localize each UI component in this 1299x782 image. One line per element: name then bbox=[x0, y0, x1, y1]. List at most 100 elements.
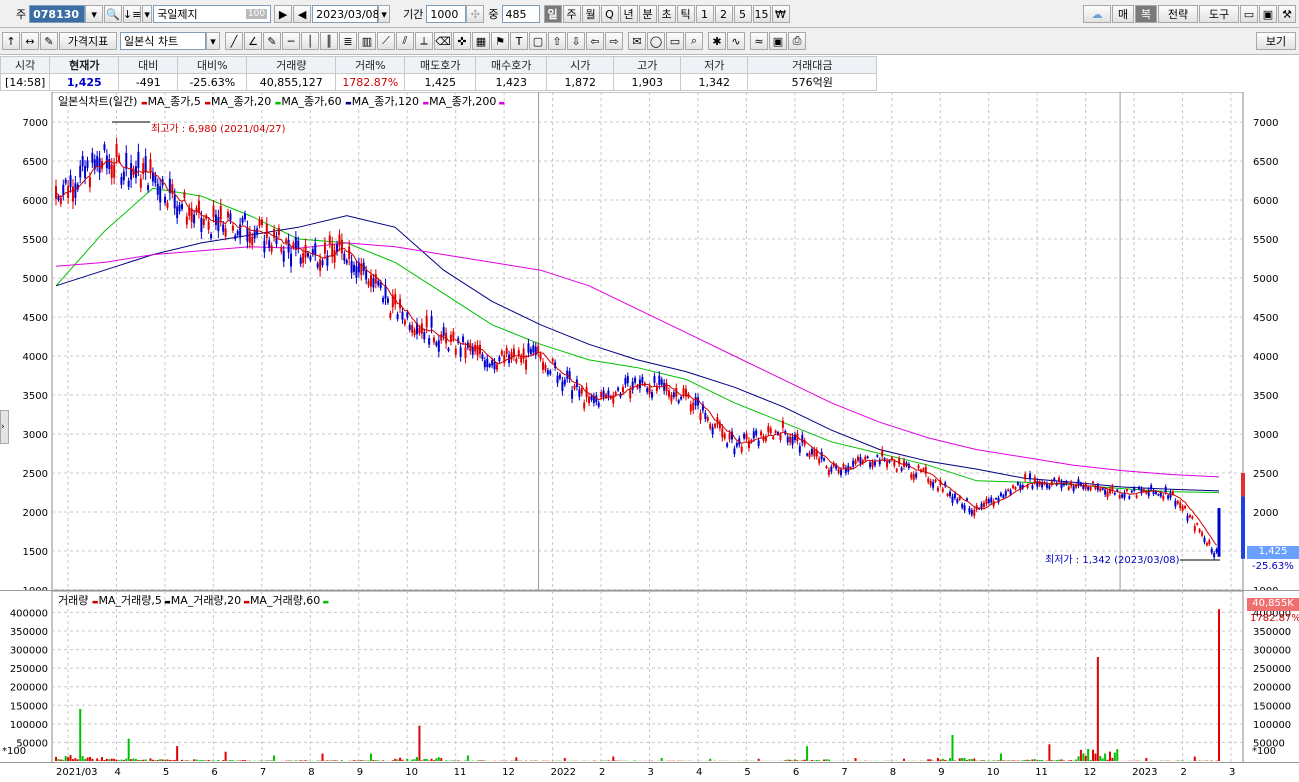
volume-bar-7-13 bbox=[426, 759, 428, 761]
save-icon[interactable]: ▣ bbox=[1259, 5, 1277, 23]
right-arrow-icon[interactable]: ⇨ bbox=[605, 32, 623, 50]
eraser-icon[interactable]: ⌫ bbox=[434, 32, 452, 50]
volume-bar-6-9 bbox=[368, 760, 370, 761]
candle-body-2-5 bbox=[164, 197, 166, 203]
rectangle-icon[interactable]: ▭ bbox=[666, 32, 684, 50]
sort-icon[interactable]: ↓≡ bbox=[123, 5, 141, 23]
period-input[interactable]: 1000 bbox=[426, 5, 466, 23]
left-arrow-icon[interactable]: ⇦ bbox=[586, 32, 604, 50]
down-arrow-icon[interactable]: ⇩ bbox=[567, 32, 585, 50]
strategy-button[interactable]: 전략 bbox=[1158, 5, 1198, 23]
bars-lines-icon[interactable]: ▥ bbox=[358, 32, 376, 50]
candle-body-5-17 bbox=[338, 235, 340, 246]
indicator-button[interactable]: 가격지표 bbox=[59, 32, 117, 50]
settings-icon[interactable]: ✱ bbox=[708, 32, 726, 50]
folder-icon[interactable]: ▭ bbox=[1240, 5, 1258, 23]
search-icon[interactable]: 🔍 bbox=[104, 5, 122, 23]
stock-code-input[interactable]: 078130 bbox=[29, 5, 85, 23]
candle-body-14-0 bbox=[733, 449, 735, 455]
timeframe-button-11[interactable]: 15 bbox=[753, 5, 771, 23]
prev-icon[interactable]: ◀ bbox=[293, 5, 311, 23]
candle-body-7-7 bbox=[411, 325, 413, 333]
timeframe-button-9[interactable]: 2 bbox=[715, 5, 733, 23]
candle-body-1-6 bbox=[118, 155, 120, 160]
timeframe-button-10[interactable]: 5 bbox=[734, 5, 752, 23]
period-spinner-icon[interactable]: ✣ bbox=[466, 5, 484, 23]
box-icon[interactable]: ▢ bbox=[529, 32, 547, 50]
timeframe-button-4[interactable]: 년 bbox=[620, 5, 638, 23]
volume-bar-2-2 bbox=[157, 760, 159, 761]
dup-button[interactable]: 복 bbox=[1135, 5, 1157, 23]
price-legend-label-0: MA_종가,5 bbox=[148, 95, 201, 108]
candle-body-7-1 bbox=[397, 314, 399, 319]
chart-type-select[interactable]: 일본식 차트 bbox=[120, 32, 206, 50]
trendline-icon[interactable]: ╱ bbox=[225, 32, 243, 50]
up-arrow-icon[interactable]: ⇧ bbox=[548, 32, 566, 50]
timeframe-button-12[interactable]: ₩ bbox=[772, 5, 790, 23]
view-button[interactable]: 보기 bbox=[1256, 32, 1296, 50]
frame-icon[interactable]: ▣ bbox=[769, 32, 787, 50]
timeframe-button-5[interactable]: 분 bbox=[639, 5, 657, 23]
pencil-icon[interactable]: ✎ bbox=[263, 32, 281, 50]
price-panel[interactable]: 7000700065006500600060005500550050005000… bbox=[0, 92, 1299, 590]
circle-icon[interactable]: ◯ bbox=[647, 32, 665, 50]
memo-icon[interactable]: ✉ bbox=[628, 32, 646, 50]
volume-bar-1-19 bbox=[149, 758, 151, 761]
volume-bar-1-4 bbox=[113, 759, 115, 761]
text-icon[interactable]: T bbox=[510, 32, 528, 50]
timeframe-button-8[interactable]: 1 bbox=[696, 5, 714, 23]
volume-panel[interactable]: 4000004000003500003500003000003000002500… bbox=[0, 590, 1299, 763]
timeframe-button-0[interactable]: 일 bbox=[544, 5, 562, 23]
next-icon[interactable]: ▶ bbox=[274, 5, 292, 23]
sell-button[interactable]: 매 bbox=[1112, 5, 1134, 23]
volume-bar-2-13 bbox=[183, 760, 185, 761]
price-ytick-right-4: 5000 bbox=[1253, 274, 1278, 285]
print-icon[interactable]: ⎙ bbox=[788, 32, 806, 50]
expand-icon[interactable]: ↔ bbox=[21, 32, 39, 50]
timeframe-button-3[interactable]: Q bbox=[601, 5, 619, 23]
crosshair-icon[interactable]: ✜ bbox=[453, 32, 471, 50]
cloud-button[interactable]: ☁ bbox=[1083, 5, 1111, 23]
date-dropdown-icon[interactable]: ▾ bbox=[378, 5, 390, 23]
wrench-icon[interactable]: ⚒ bbox=[1278, 5, 1296, 23]
up-arrow-icon[interactable]: ↑ bbox=[2, 32, 20, 50]
timeframe-button-7[interactable]: 틱 bbox=[677, 5, 695, 23]
chevron-down-icon[interactable]: ▾ bbox=[142, 5, 152, 23]
count-input[interactable]: 485 bbox=[502, 5, 540, 23]
candle-body-8-0 bbox=[443, 327, 445, 336]
candle-body-11-16 bbox=[627, 376, 629, 383]
date-input[interactable]: 2023/03/08 bbox=[312, 5, 378, 23]
wave2-icon[interactable]: ≈ bbox=[750, 32, 768, 50]
color-icon[interactable]: ▦ bbox=[472, 32, 490, 50]
candle-body-10-17 bbox=[581, 388, 583, 393]
code-dropdown-icon[interactable]: ▾ bbox=[85, 5, 103, 23]
tools-button[interactable]: 도구 bbox=[1199, 5, 1239, 23]
flag-icon[interactable]: ⚑ bbox=[491, 32, 509, 50]
stock-name-field[interactable]: 국일제지 100 bbox=[153, 5, 271, 23]
angle-line-icon[interactable]: ∠ bbox=[244, 32, 262, 50]
parallel-lines-icon[interactable]: ⫽ bbox=[396, 32, 414, 50]
speed-lines-icon[interactable]: ⟂ bbox=[415, 32, 433, 50]
timeframe-button-1[interactable]: 주 bbox=[563, 5, 581, 23]
fibo-lines-icon[interactable]: ║ bbox=[320, 32, 338, 50]
timeframe-button-2[interactable]: 월 bbox=[582, 5, 600, 23]
candle-body-23-15 bbox=[1206, 543, 1208, 546]
horizontal-line-icon[interactable]: ─ bbox=[282, 32, 300, 50]
wave-icon[interactable]: ∿ bbox=[727, 32, 745, 50]
zoom-icon[interactable]: ⌕ bbox=[685, 32, 703, 50]
timeframe-button-6[interactable]: 초 bbox=[658, 5, 676, 23]
side-collapse-icon[interactable]: › bbox=[0, 410, 9, 444]
candle-body-15-3 bbox=[789, 437, 791, 443]
volume-chart[interactable]: 4000004000003500003500003000003000002500… bbox=[0, 591, 1299, 763]
volume-bar-8-9 bbox=[464, 760, 466, 761]
candle-body-19-4 bbox=[985, 499, 987, 504]
volume-bar-1-15 bbox=[140, 760, 142, 761]
candle-body-0-0 bbox=[55, 186, 57, 199]
grid-lines-icon[interactable]: ≣ bbox=[339, 32, 357, 50]
chart-type-dropdown-icon[interactable]: ▾ bbox=[206, 32, 220, 50]
vertical-line-icon[interactable]: │ bbox=[301, 32, 319, 50]
volume-bar-3-3 bbox=[208, 760, 210, 761]
channel-line-icon[interactable]: ⟋ bbox=[377, 32, 395, 50]
edit-icon[interactable]: ✎ bbox=[40, 32, 58, 50]
price-chart[interactable]: 7000700065006500600060005500550050005000… bbox=[0, 92, 1299, 590]
